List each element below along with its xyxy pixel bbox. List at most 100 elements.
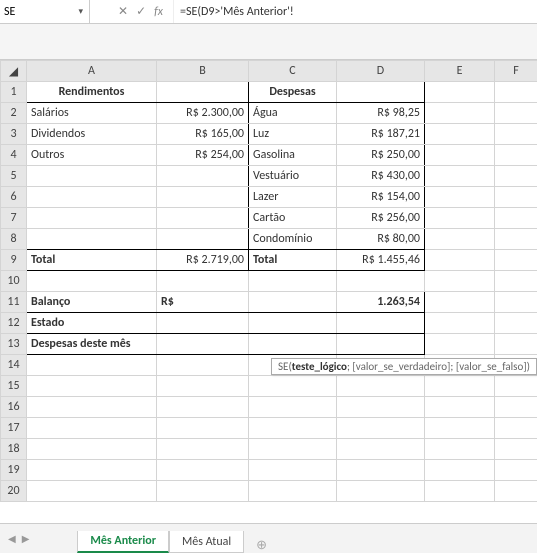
- cell[interactable]: [337, 418, 425, 439]
- cell[interactable]: [425, 145, 495, 166]
- row-3[interactable]: 3: [1, 124, 27, 145]
- cell[interactable]: [337, 481, 425, 502]
- col-A[interactable]: A: [27, 61, 157, 82]
- row-17[interactable]: 17: [1, 418, 27, 439]
- cell[interactable]: [157, 481, 249, 502]
- fx-icon[interactable]: fx: [154, 5, 163, 19]
- cell[interactable]: [249, 439, 337, 460]
- cell[interactable]: [157, 82, 249, 103]
- cell[interactable]: [495, 376, 537, 397]
- row-7[interactable]: 7: [1, 208, 27, 229]
- row-13[interactable]: 13: [1, 334, 27, 355]
- cancel-icon[interactable]: ✕: [118, 4, 128, 19]
- cell[interactable]: [495, 229, 537, 250]
- cell[interactable]: R$ 430,00: [337, 166, 425, 187]
- cell[interactable]: [157, 271, 249, 292]
- cell[interactable]: [495, 313, 537, 334]
- cell[interactable]: [425, 313, 495, 334]
- name-box[interactable]: ▾: [0, 0, 90, 23]
- cell[interactable]: [27, 460, 157, 481]
- cell[interactable]: [337, 397, 425, 418]
- cell[interactable]: [495, 481, 537, 502]
- row-14[interactable]: 14: [1, 355, 27, 376]
- cell[interactable]: [27, 397, 157, 418]
- cell[interactable]: R$ 154,00: [337, 187, 425, 208]
- col-D[interactable]: D: [337, 61, 425, 82]
- tab-mes-atual[interactable]: Mês Atual: [169, 531, 244, 553]
- cell[interactable]: [157, 334, 249, 355]
- cell[interactable]: [425, 229, 495, 250]
- spreadsheet-grid[interactable]: ◢ A B C D E F 1 Rendimentos Despesas 2 S…: [0, 60, 537, 502]
- cell[interactable]: [425, 82, 495, 103]
- cell[interactable]: [249, 397, 337, 418]
- chevron-down-icon[interactable]: ▾: [78, 6, 83, 17]
- row-16[interactable]: 16: [1, 397, 27, 418]
- cell[interactable]: Total: [27, 250, 157, 271]
- col-B[interactable]: B: [157, 61, 249, 82]
- row-1[interactable]: 1: [1, 82, 27, 103]
- cell[interactable]: [157, 397, 249, 418]
- cell[interactable]: Luz: [249, 124, 337, 145]
- cell[interactable]: R$ 2.719,00: [157, 250, 249, 271]
- cell[interactable]: R$ 250,00: [337, 145, 425, 166]
- cell[interactable]: [249, 271, 337, 292]
- cell[interactable]: [495, 271, 537, 292]
- cell[interactable]: Outros: [27, 145, 157, 166]
- cell[interactable]: [27, 376, 157, 397]
- row-18[interactable]: 18: [1, 439, 27, 460]
- cell[interactable]: Cartão: [249, 208, 337, 229]
- cell[interactable]: Rendimentos: [27, 82, 157, 103]
- cell[interactable]: R$ 187,21: [337, 124, 425, 145]
- cell[interactable]: [495, 103, 537, 124]
- cell[interactable]: [425, 166, 495, 187]
- cell[interactable]: [157, 229, 249, 250]
- cell[interactable]: [495, 250, 537, 271]
- cell[interactable]: [27, 481, 157, 502]
- row-11[interactable]: 11: [1, 292, 27, 313]
- add-sheet-icon[interactable]: ⊕: [256, 538, 267, 553]
- cell[interactable]: [249, 481, 337, 502]
- cell[interactable]: [27, 439, 157, 460]
- row-19[interactable]: 19: [1, 460, 27, 481]
- cell[interactable]: [425, 334, 495, 355]
- cell[interactable]: [495, 166, 537, 187]
- row-9[interactable]: 9: [1, 250, 27, 271]
- col-F[interactable]: F: [495, 61, 537, 82]
- cell[interactable]: [495, 208, 537, 229]
- cell[interactable]: [157, 313, 249, 334]
- cell[interactable]: [425, 460, 495, 481]
- cell[interactable]: R$: [157, 292, 249, 313]
- cell[interactable]: [425, 187, 495, 208]
- cell[interactable]: [425, 292, 495, 313]
- cell[interactable]: [249, 418, 337, 439]
- cell[interactable]: Gasolina: [249, 145, 337, 166]
- cell[interactable]: [249, 292, 337, 313]
- cell[interactable]: [495, 292, 537, 313]
- row-12[interactable]: 12: [1, 313, 27, 334]
- cell[interactable]: [495, 460, 537, 481]
- cell[interactable]: R$ 256,00: [337, 208, 425, 229]
- row-8[interactable]: 8: [1, 229, 27, 250]
- row-20[interactable]: 20: [1, 481, 27, 502]
- cell[interactable]: Balanço: [27, 292, 157, 313]
- cell[interactable]: [27, 166, 157, 187]
- select-all[interactable]: ◢: [1, 61, 27, 82]
- cell[interactable]: [27, 355, 157, 376]
- accept-icon[interactable]: ✓: [136, 4, 146, 19]
- tab-mes-anterior[interactable]: Mês Anterior: [77, 531, 169, 553]
- cell[interactable]: [249, 376, 337, 397]
- cell[interactable]: R$ 80,00: [337, 229, 425, 250]
- row-4[interactable]: 4: [1, 145, 27, 166]
- cell[interactable]: [249, 334, 337, 355]
- cell[interactable]: [495, 82, 537, 103]
- cell[interactable]: [157, 187, 249, 208]
- cell[interactable]: R$ 98,25: [337, 103, 425, 124]
- cell[interactable]: R$ 165,00: [157, 124, 249, 145]
- cell[interactable]: [157, 460, 249, 481]
- cell[interactable]: R$ 1.455,46: [337, 250, 425, 271]
- cell[interactable]: Salários: [27, 103, 157, 124]
- cell[interactable]: [337, 376, 425, 397]
- cell[interactable]: [425, 271, 495, 292]
- cell[interactable]: [495, 397, 537, 418]
- cell[interactable]: Vestuário: [249, 166, 337, 187]
